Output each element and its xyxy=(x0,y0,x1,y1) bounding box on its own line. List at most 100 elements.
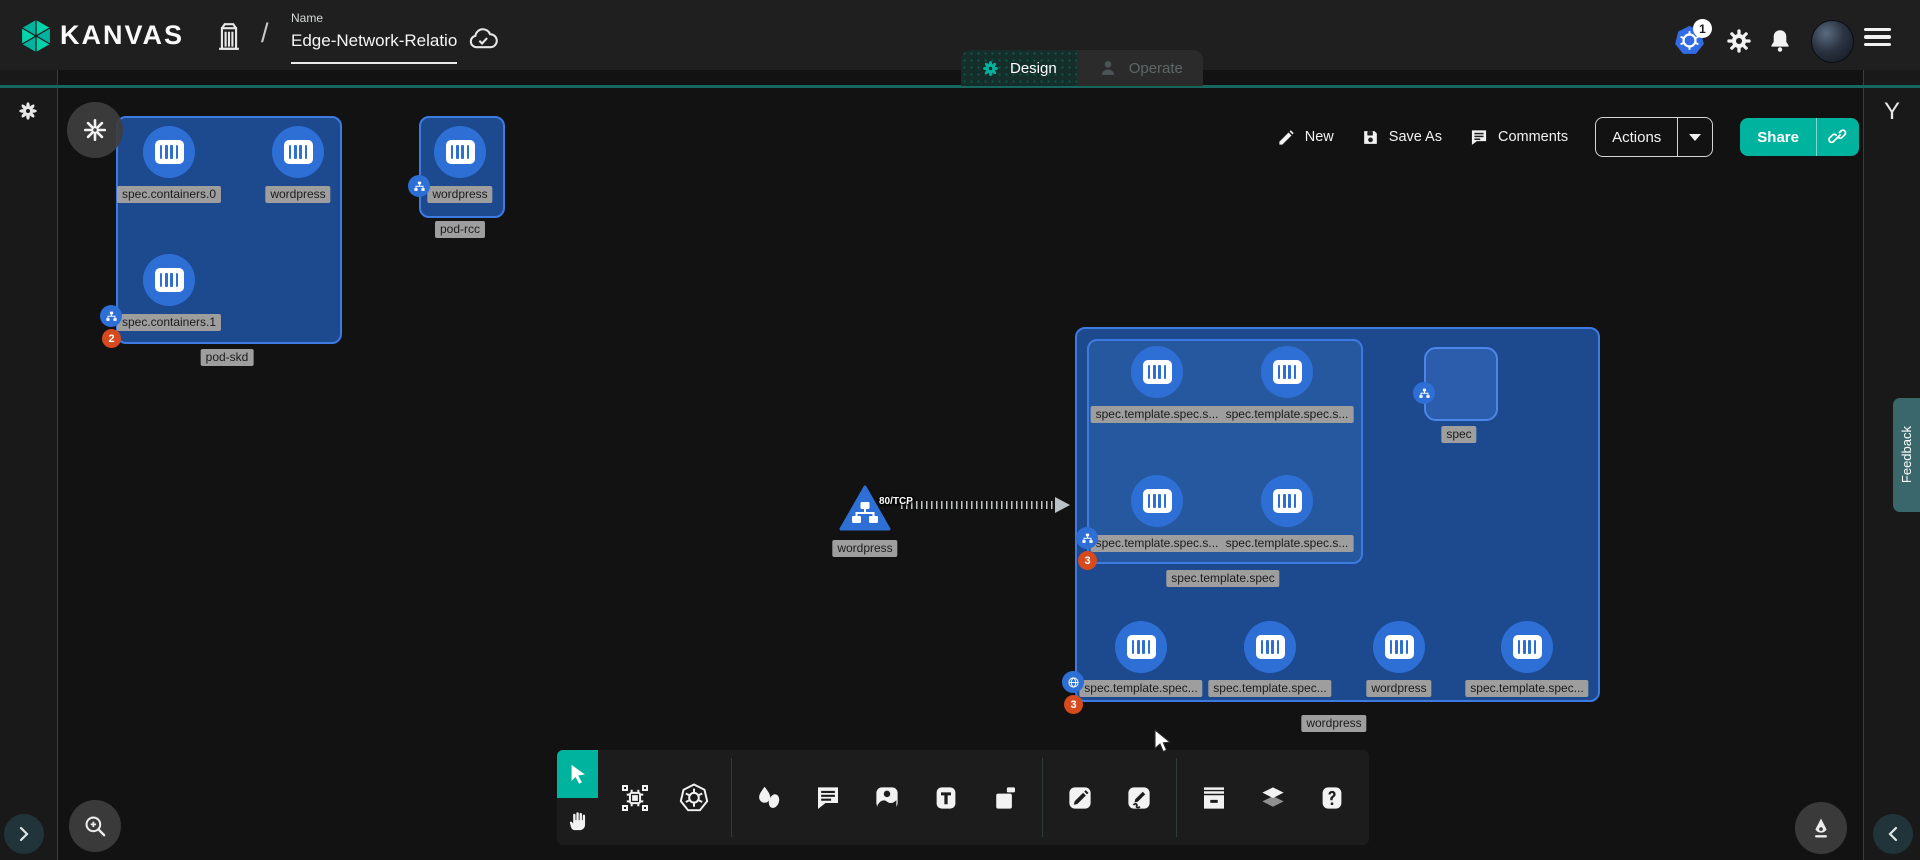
comments-button[interactable]: Comments xyxy=(1469,127,1568,147)
node-label: spec.containers.0 xyxy=(117,186,221,203)
app-header: KANVAS / Name Edge-Network-Relatio xyxy=(0,0,1920,70)
container-icon xyxy=(1256,635,1285,659)
comment-annotation-tool-button[interactable] xyxy=(810,780,846,816)
pod-error-count-badge[interactable]: 2 xyxy=(102,329,121,348)
deployment-badge-icon[interactable] xyxy=(1062,671,1084,693)
tab-operate-label: Operate xyxy=(1129,60,1183,77)
design-name-underline xyxy=(291,62,457,64)
feedback-tab[interactable]: Feedback xyxy=(1893,398,1920,512)
design-name-label: Name xyxy=(291,11,323,25)
template-error-count-badge[interactable]: 3 xyxy=(1078,551,1097,570)
operate-person-icon xyxy=(1097,57,1119,79)
container-icon xyxy=(284,140,313,164)
toolbar-group-components xyxy=(598,750,731,845)
notifications-bell-icon[interactable] xyxy=(1766,27,1794,55)
node-label: spec.template.spec... xyxy=(1079,680,1202,697)
container-node[interactable] xyxy=(1373,621,1425,673)
container-node[interactable] xyxy=(1501,621,1553,673)
pan-hand-tool-button[interactable] xyxy=(557,798,598,846)
group-spec-template-spec[interactable] xyxy=(1087,339,1363,564)
help-tool-button[interactable] xyxy=(1314,780,1350,816)
comments-label: Comments xyxy=(1498,129,1568,145)
tab-operate[interactable]: Operate xyxy=(1077,50,1203,86)
design-spiral-icon xyxy=(981,59,1000,78)
container-node[interactable] xyxy=(143,126,195,178)
service-edge[interactable] xyxy=(901,501,1057,509)
container-node[interactable] xyxy=(1131,475,1183,527)
container-icon xyxy=(1513,635,1542,659)
quick-actions-snowflake-button[interactable] xyxy=(67,102,123,158)
organization-icon[interactable] xyxy=(212,19,246,53)
new-pencil-icon xyxy=(1277,128,1296,147)
menu-hamburger-icon[interactable] xyxy=(1864,28,1891,46)
deployment-error-count-badge[interactable]: 3 xyxy=(1064,695,1083,714)
container-icon xyxy=(1143,489,1172,513)
shapes-tool-button[interactable] xyxy=(751,780,787,816)
node-label: spec.containers.1 xyxy=(117,314,221,331)
pen-tool-button[interactable] xyxy=(1795,802,1847,854)
kanvas-logo-icon[interactable] xyxy=(16,16,56,56)
tab-design[interactable]: Design xyxy=(961,50,1077,86)
container-node[interactable] xyxy=(1115,621,1167,673)
actions-label: Actions xyxy=(1596,118,1677,156)
share-link-icon[interactable] xyxy=(1816,118,1859,156)
toolbar-group-misc xyxy=(1177,750,1369,845)
group-label: pod-skd xyxy=(201,349,254,366)
brand-wordmark: KANVAS xyxy=(60,20,184,51)
node-label: wordpress xyxy=(1366,680,1431,697)
settings-gear-icon[interactable] xyxy=(1725,27,1753,55)
save-as-button[interactable]: Save As xyxy=(1361,128,1442,147)
edit-pencil-tool-button[interactable] xyxy=(1062,780,1098,816)
node-label: spec.template.spec... xyxy=(1208,680,1331,697)
template-relationship-badge[interactable] xyxy=(1076,527,1098,549)
new-button[interactable]: New xyxy=(1277,128,1334,147)
right-rail-y-icon[interactable]: Y xyxy=(1884,98,1920,126)
pod-relationship-badge[interactable] xyxy=(100,305,122,327)
service-node[interactable] xyxy=(839,485,891,531)
share-button[interactable]: Share xyxy=(1740,118,1859,156)
node-label: spec.template.spec.s... xyxy=(1091,406,1224,423)
kubernetes-tool-button[interactable] xyxy=(676,780,712,816)
pointer-tool-column xyxy=(557,750,598,845)
cloud-sync-icon xyxy=(466,24,500,54)
actions-caret-icon[interactable] xyxy=(1677,118,1712,156)
container-node[interactable] xyxy=(434,126,486,178)
container-icon xyxy=(155,140,184,164)
node-label: spec.template.spec.s... xyxy=(1221,406,1354,423)
layers-tool-button[interactable] xyxy=(1255,780,1291,816)
expand-left-panel-button[interactable] xyxy=(4,814,44,854)
meshery-spiral-icon xyxy=(17,100,39,122)
freehand-draw-tool-button[interactable] xyxy=(1121,780,1157,816)
text-tool-button[interactable] xyxy=(928,780,964,816)
zoom-search-button[interactable] xyxy=(69,800,121,852)
container-node[interactable] xyxy=(1131,346,1183,398)
node-label: wordpress xyxy=(832,540,897,557)
collapse-right-panel-button[interactable] xyxy=(1873,814,1913,854)
image-tool-button[interactable] xyxy=(869,780,905,816)
container-node[interactable] xyxy=(1244,621,1296,673)
design-actionbar: New Save As Comments Actions xyxy=(1277,116,1859,158)
rectangle-tool-button[interactable] xyxy=(987,780,1023,816)
spec-relationship-badge[interactable] xyxy=(1413,382,1435,404)
group-label: spec.template.spec xyxy=(1166,570,1279,587)
components-tool-button[interactable] xyxy=(617,780,653,816)
container-node[interactable] xyxy=(1261,346,1313,398)
spec-node[interactable] xyxy=(1424,347,1498,421)
pod-relationship-badge[interactable] xyxy=(408,175,430,197)
select-tool-button[interactable] xyxy=(557,750,598,798)
container-icon xyxy=(1143,360,1172,384)
feedback-label: Feedback xyxy=(1899,426,1914,483)
container-node[interactable] xyxy=(143,254,195,306)
breadcrumb-separator: / xyxy=(261,18,269,49)
design-drawer-tool-button[interactable] xyxy=(1196,780,1232,816)
toolbar-group-annotate xyxy=(732,750,1042,845)
actions-dropdown-button[interactable]: Actions xyxy=(1595,117,1713,157)
container-icon xyxy=(155,268,184,292)
left-rail xyxy=(0,70,58,860)
container-node[interactable] xyxy=(1261,475,1313,527)
user-avatar[interactable] xyxy=(1811,20,1854,63)
node-label: wordpress xyxy=(427,186,492,203)
canvas-top-border xyxy=(0,85,1920,88)
container-node[interactable] xyxy=(272,126,324,178)
design-name-input[interactable]: Edge-Network-Relatio xyxy=(291,31,457,51)
